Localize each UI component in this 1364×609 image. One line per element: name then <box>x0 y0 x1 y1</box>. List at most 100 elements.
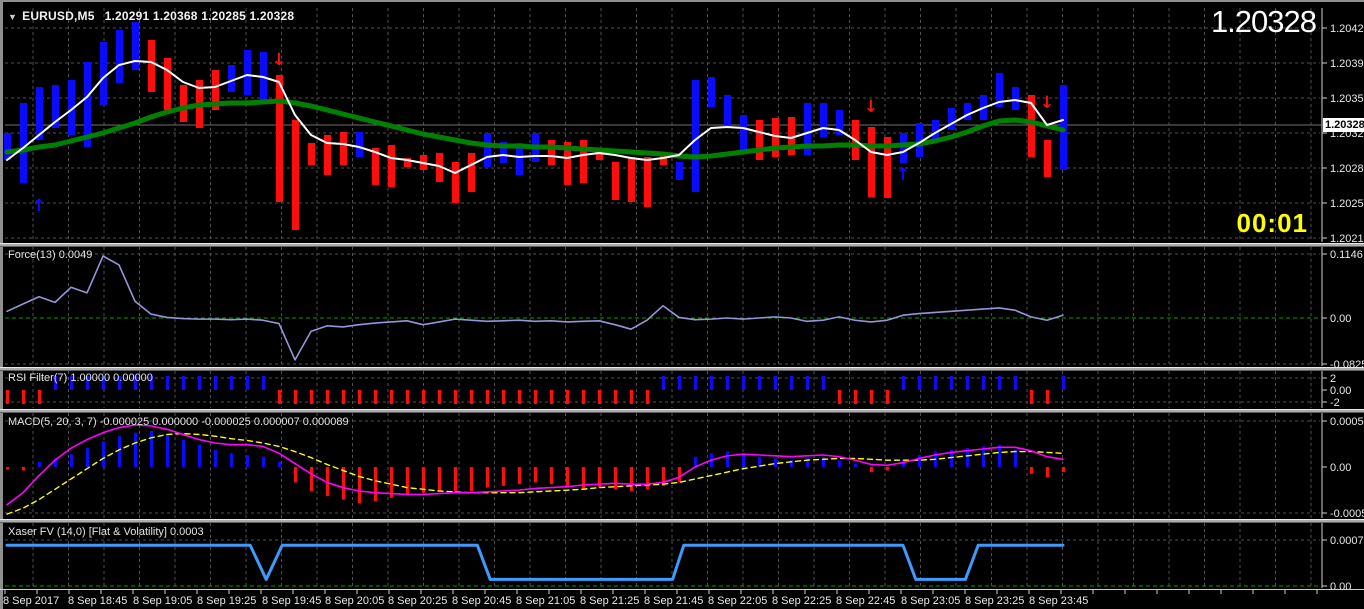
current-price-tag: 1.20328 <box>1323 118 1364 132</box>
rsi-bar <box>486 390 489 404</box>
chart-canvas[interactable]: ↑↓↓↑↓1.204251.203901.203551.203201.20285… <box>0 0 1364 609</box>
rsi-bar <box>278 390 281 404</box>
rsi-bar <box>1030 390 1033 404</box>
candle <box>228 65 235 92</box>
time-axis-label: 8 Sep 20:25 <box>388 595 447 607</box>
macd-bar <box>646 467 649 489</box>
time-axis-label: 8 Sep 19:45 <box>262 595 321 607</box>
macd-bar <box>406 467 409 494</box>
time-axis-label: 8 Sep 23:25 <box>965 595 1024 607</box>
candle <box>548 140 555 165</box>
rsi-bar <box>214 376 217 390</box>
time-axis-label: 8 Sep 21:25 <box>580 595 639 607</box>
price-scale-label: 1.20285 <box>1330 163 1364 175</box>
macd-bar <box>278 462 281 467</box>
candle <box>868 127 875 197</box>
rsi-bar <box>470 390 473 404</box>
candle <box>740 115 747 153</box>
macd-bar <box>118 436 121 467</box>
symbol-dropdown-icon[interactable]: ▼ <box>8 12 17 22</box>
candle <box>948 108 955 130</box>
candles-layer <box>4 22 1067 230</box>
macd-bar <box>1062 467 1065 472</box>
rsi-bar <box>326 390 329 404</box>
candle <box>692 80 699 192</box>
macd-bar <box>230 453 233 467</box>
macd-bar <box>454 467 457 493</box>
rsi-bar <box>294 390 297 404</box>
rsi-bar <box>918 376 921 390</box>
candle <box>116 30 123 83</box>
candle <box>452 162 459 203</box>
rsi-bar <box>6 390 9 404</box>
rsi-bar <box>1062 376 1065 390</box>
rsi-bar <box>678 376 681 390</box>
candle <box>276 75 283 202</box>
candle <box>612 162 619 200</box>
macd-bar <box>70 454 73 467</box>
macd-bar <box>838 460 841 467</box>
macd-bar <box>486 467 489 488</box>
panel-separator[interactable] <box>0 409 1364 413</box>
candle <box>244 50 251 95</box>
macd-bar <box>614 467 617 489</box>
rsi-bar <box>710 376 713 390</box>
candle <box>164 58 171 110</box>
rsi-bar <box>358 390 361 404</box>
price-scale-label: 0.00 <box>1330 581 1351 593</box>
candle <box>964 103 971 120</box>
panel-separator[interactable] <box>0 367 1364 371</box>
window-top-edge <box>0 0 1364 2</box>
rsi-bar <box>598 390 601 404</box>
macd-bar <box>582 467 585 489</box>
candle <box>676 162 683 180</box>
candle <box>340 132 347 165</box>
time-axis-label: 8 Sep 20:45 <box>452 595 511 607</box>
macd-histogram-layer <box>6 431 1065 503</box>
price-scale-layer: 1.204251.203901.203551.203201.202851.202… <box>1322 8 1364 593</box>
macd-bar <box>678 467 681 482</box>
mt4-window: ↑↓↓↑↓1.204251.203901.203551.203201.20285… <box>0 0 1364 609</box>
rsi-bar <box>182 376 185 390</box>
rsi-bar <box>838 390 841 404</box>
price-scale-label: 0.00 <box>1330 313 1351 325</box>
chart-title: EURUSD,M5 <box>22 9 94 23</box>
price-scale-label: 1.20425 <box>1330 23 1364 35</box>
panel-separator[interactable] <box>0 519 1364 523</box>
macd-bar <box>214 450 217 467</box>
rsi-bar <box>438 390 441 404</box>
rsi-bar <box>406 390 409 404</box>
rsi-bar <box>518 390 521 404</box>
macd-bar <box>1046 467 1049 477</box>
macd-bar <box>86 448 89 467</box>
candle <box>4 133 11 160</box>
candle <box>180 85 187 122</box>
price-scale-label: 0.00 <box>1330 462 1351 474</box>
rsi-bar <box>998 376 1001 390</box>
axis-separator <box>0 589 1364 590</box>
time-axis-label: 8 Sep 22:25 <box>772 595 831 607</box>
candle <box>628 157 635 202</box>
candle <box>468 153 475 192</box>
down-arrow-icon: ↓ <box>1040 93 1054 113</box>
rsi-bar <box>550 390 553 404</box>
macd-bar <box>822 457 825 467</box>
macd-bar <box>742 453 745 467</box>
rsi-bar <box>662 376 665 390</box>
rsi-bar <box>198 376 201 390</box>
price-scale-label: 2 <box>1330 373 1336 385</box>
rsi-panel-label: RSI Filter(7) 1.00000 0.00000 <box>8 372 153 384</box>
macd-bar <box>6 467 9 470</box>
time-axis-label: 8 Sep 20:05 <box>325 595 384 607</box>
panel-separator[interactable] <box>0 243 1364 247</box>
rsi-bar <box>534 390 537 404</box>
rsi-bar <box>246 376 249 390</box>
rsi-bar <box>1046 390 1049 404</box>
candle <box>132 22 139 70</box>
time-axis-label: 8 Sep 22:45 <box>836 595 895 607</box>
force-line <box>7 256 1063 360</box>
rsi-bar <box>22 390 25 404</box>
candle <box>772 118 779 157</box>
macd-bar <box>470 467 473 491</box>
price-scale-label: 0.0007 <box>1330 535 1364 547</box>
